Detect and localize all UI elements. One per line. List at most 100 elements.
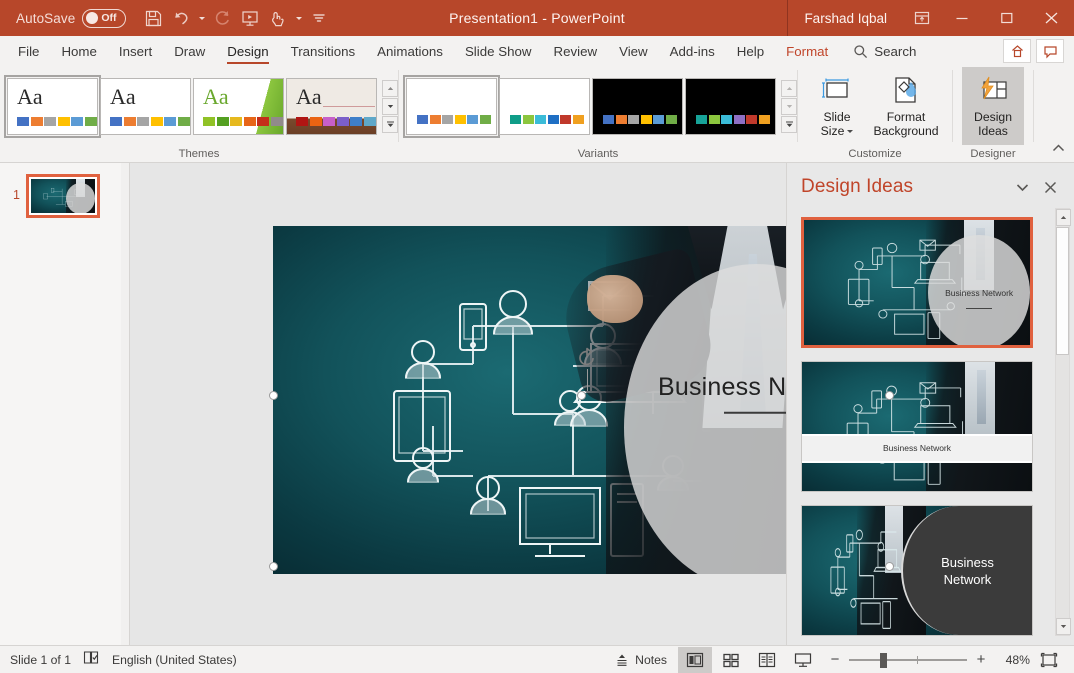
selection-handle-top-center[interactable] <box>577 391 586 400</box>
share-button[interactable] <box>1003 39 1031 63</box>
design-ideas-label-line1: Design <box>974 110 1012 124</box>
variants-more-button[interactable] <box>781 116 797 133</box>
tab-animations[interactable]: Animations <box>366 36 454 66</box>
theme-item-3[interactable]: Aa <box>193 78 284 135</box>
design-ideas-scrollbar[interactable] <box>1055 208 1070 636</box>
notes-button[interactable]: Notes <box>606 647 676 673</box>
theme-item-4[interactable]: Aa <box>286 78 377 135</box>
comments-button[interactable] <box>1036 39 1064 63</box>
tab-add-ins[interactable]: Add-ins <box>659 36 726 66</box>
zoom-in-button[interactable]: + <box>974 651 988 668</box>
autosave-control[interactable]: AutoSave Off <box>0 9 126 28</box>
slide-thumbnail[interactable] <box>26 174 100 218</box>
fit-slide-button[interactable] <box>1032 647 1066 673</box>
slide-sorter-button[interactable] <box>714 647 748 673</box>
design-idea-1-preview: Business Network <box>804 220 1030 345</box>
tab-help[interactable]: Help <box>726 36 775 66</box>
close-button[interactable] <box>1029 0 1074 36</box>
tab-format[interactable]: Format <box>775 36 839 66</box>
slideshow-button[interactable] <box>786 647 820 673</box>
design-idea-2-preview: Business Network <box>802 362 1032 491</box>
theme-item-1[interactable]: Aa <box>7 78 98 135</box>
ribbon-group-customize: Slide Size Format Background Customize <box>798 66 952 163</box>
panel-options-button[interactable] <box>1008 173 1036 201</box>
save-button[interactable] <box>140 5 166 31</box>
touch-mode-dropdown-icon[interactable] <box>293 5 304 31</box>
variants-scroll-up-button[interactable] <box>781 80 797 97</box>
reading-view-button[interactable] <box>750 647 784 673</box>
title-bar-right: Farshad Iqbal <box>787 0 1074 36</box>
variants-scroll-down-button[interactable] <box>781 98 797 115</box>
touch-mode-button[interactable] <box>265 5 291 31</box>
normal-view-button[interactable] <box>678 647 712 673</box>
themes-more-button[interactable] <box>382 116 398 133</box>
tab-view[interactable]: View <box>608 36 659 66</box>
close-panel-button[interactable] <box>1036 173 1064 201</box>
minimize-button[interactable] <box>939 0 984 36</box>
tab-home[interactable]: Home <box>50 36 107 66</box>
redo-button[interactable] <box>209 5 235 31</box>
slide-list-item-1[interactable]: 1 <box>0 174 129 218</box>
design-ideas-button[interactable]: Design Ideas <box>962 67 1024 145</box>
zoom-out-button[interactable]: − <box>828 651 842 668</box>
ideas-scroll-up-button[interactable] <box>1056 209 1071 226</box>
chevron-down-icon[interactable] <box>847 130 853 133</box>
slide-indicator[interactable]: Slide 1 of 1 <box>10 653 71 667</box>
account-name[interactable]: Farshad Iqbal <box>788 11 905 26</box>
design-idea-3[interactable]: Business Network <box>801 505 1033 636</box>
undo-dropdown-icon[interactable] <box>196 5 207 31</box>
tab-transitions[interactable]: Transitions <box>280 36 367 66</box>
language-indicator[interactable]: English (United States) <box>112 653 237 667</box>
variant-item-4[interactable] <box>685 78 776 135</box>
start-slideshow-button[interactable] <box>237 5 263 31</box>
rotate-handle[interactable] <box>576 347 598 391</box>
autosave-state: Off <box>101 12 116 24</box>
selection-handle-top-right[interactable] <box>885 391 894 400</box>
zoom-level[interactable]: 48% <box>996 653 1030 667</box>
undo-button[interactable] <box>168 5 194 31</box>
autosave-label: AutoSave <box>16 11 75 26</box>
variant-item-1[interactable] <box>406 78 497 135</box>
themes-scroll-down-button[interactable] <box>382 98 398 115</box>
slide-size-button[interactable]: Slide Size <box>806 67 868 145</box>
tab-insert[interactable]: Insert <box>108 36 163 66</box>
variant-item-2[interactable] <box>499 78 590 135</box>
variant-item-3[interactable] <box>592 78 683 135</box>
format-background-button[interactable]: Format Background <box>868 67 944 145</box>
design-idea-1-circle: Business Network <box>928 235 1030 345</box>
theme-swatches <box>296 117 376 126</box>
design-idea-1[interactable]: Business Network <box>801 217 1033 348</box>
collapse-ribbon-button[interactable] <box>1051 142 1066 160</box>
zoom-slider[interactable]: − + <box>822 651 994 668</box>
themes-scroll-up-button[interactable] <box>382 80 398 97</box>
ribbon-display-options-button[interactable] <box>907 3 937 33</box>
selection-handle-middle-right[interactable] <box>885 562 894 571</box>
spell-check-icon[interactable] <box>83 650 100 670</box>
close-icon <box>1044 181 1057 194</box>
tab-slide-show[interactable]: Slide Show <box>454 36 543 66</box>
selection-handle-middle-left[interactable] <box>269 562 278 571</box>
design-idea-2[interactable]: Business Network <box>801 361 1033 492</box>
zoom-thumb[interactable] <box>880 653 887 668</box>
zoom-track[interactable] <box>849 659 967 661</box>
design-ideas-icon <box>977 73 1009 107</box>
ideas-scroll-down-button[interactable] <box>1056 618 1071 635</box>
tab-design[interactable]: Design <box>216 36 279 66</box>
ideas-scroll-thumb[interactable] <box>1056 227 1069 355</box>
autosave-toggle[interactable]: Off <box>82 9 126 28</box>
slide-pane-scrollbar[interactable] <box>121 163 129 645</box>
notes-icon <box>615 653 629 667</box>
tab-draw[interactable]: Draw <box>163 36 216 66</box>
design-idea-3-caption-line2: Network <box>941 571 994 588</box>
theme-item-2[interactable]: Aa <box>100 78 191 135</box>
customize-qat-button[interactable] <box>306 5 332 31</box>
tab-review[interactable]: Review <box>542 36 608 66</box>
tab-file[interactable]: File <box>7 36 50 66</box>
slide-size-label-line1: Slide <box>823 110 850 124</box>
search-icon <box>853 44 868 59</box>
design-idea-3-caption: Business Network <box>941 554 994 588</box>
selection-handle-top-left[interactable] <box>269 391 278 400</box>
maximize-button[interactable] <box>984 0 1029 36</box>
search-box[interactable]: Search <box>839 44 924 59</box>
slide-editor-area: Business Network <box>130 163 786 645</box>
